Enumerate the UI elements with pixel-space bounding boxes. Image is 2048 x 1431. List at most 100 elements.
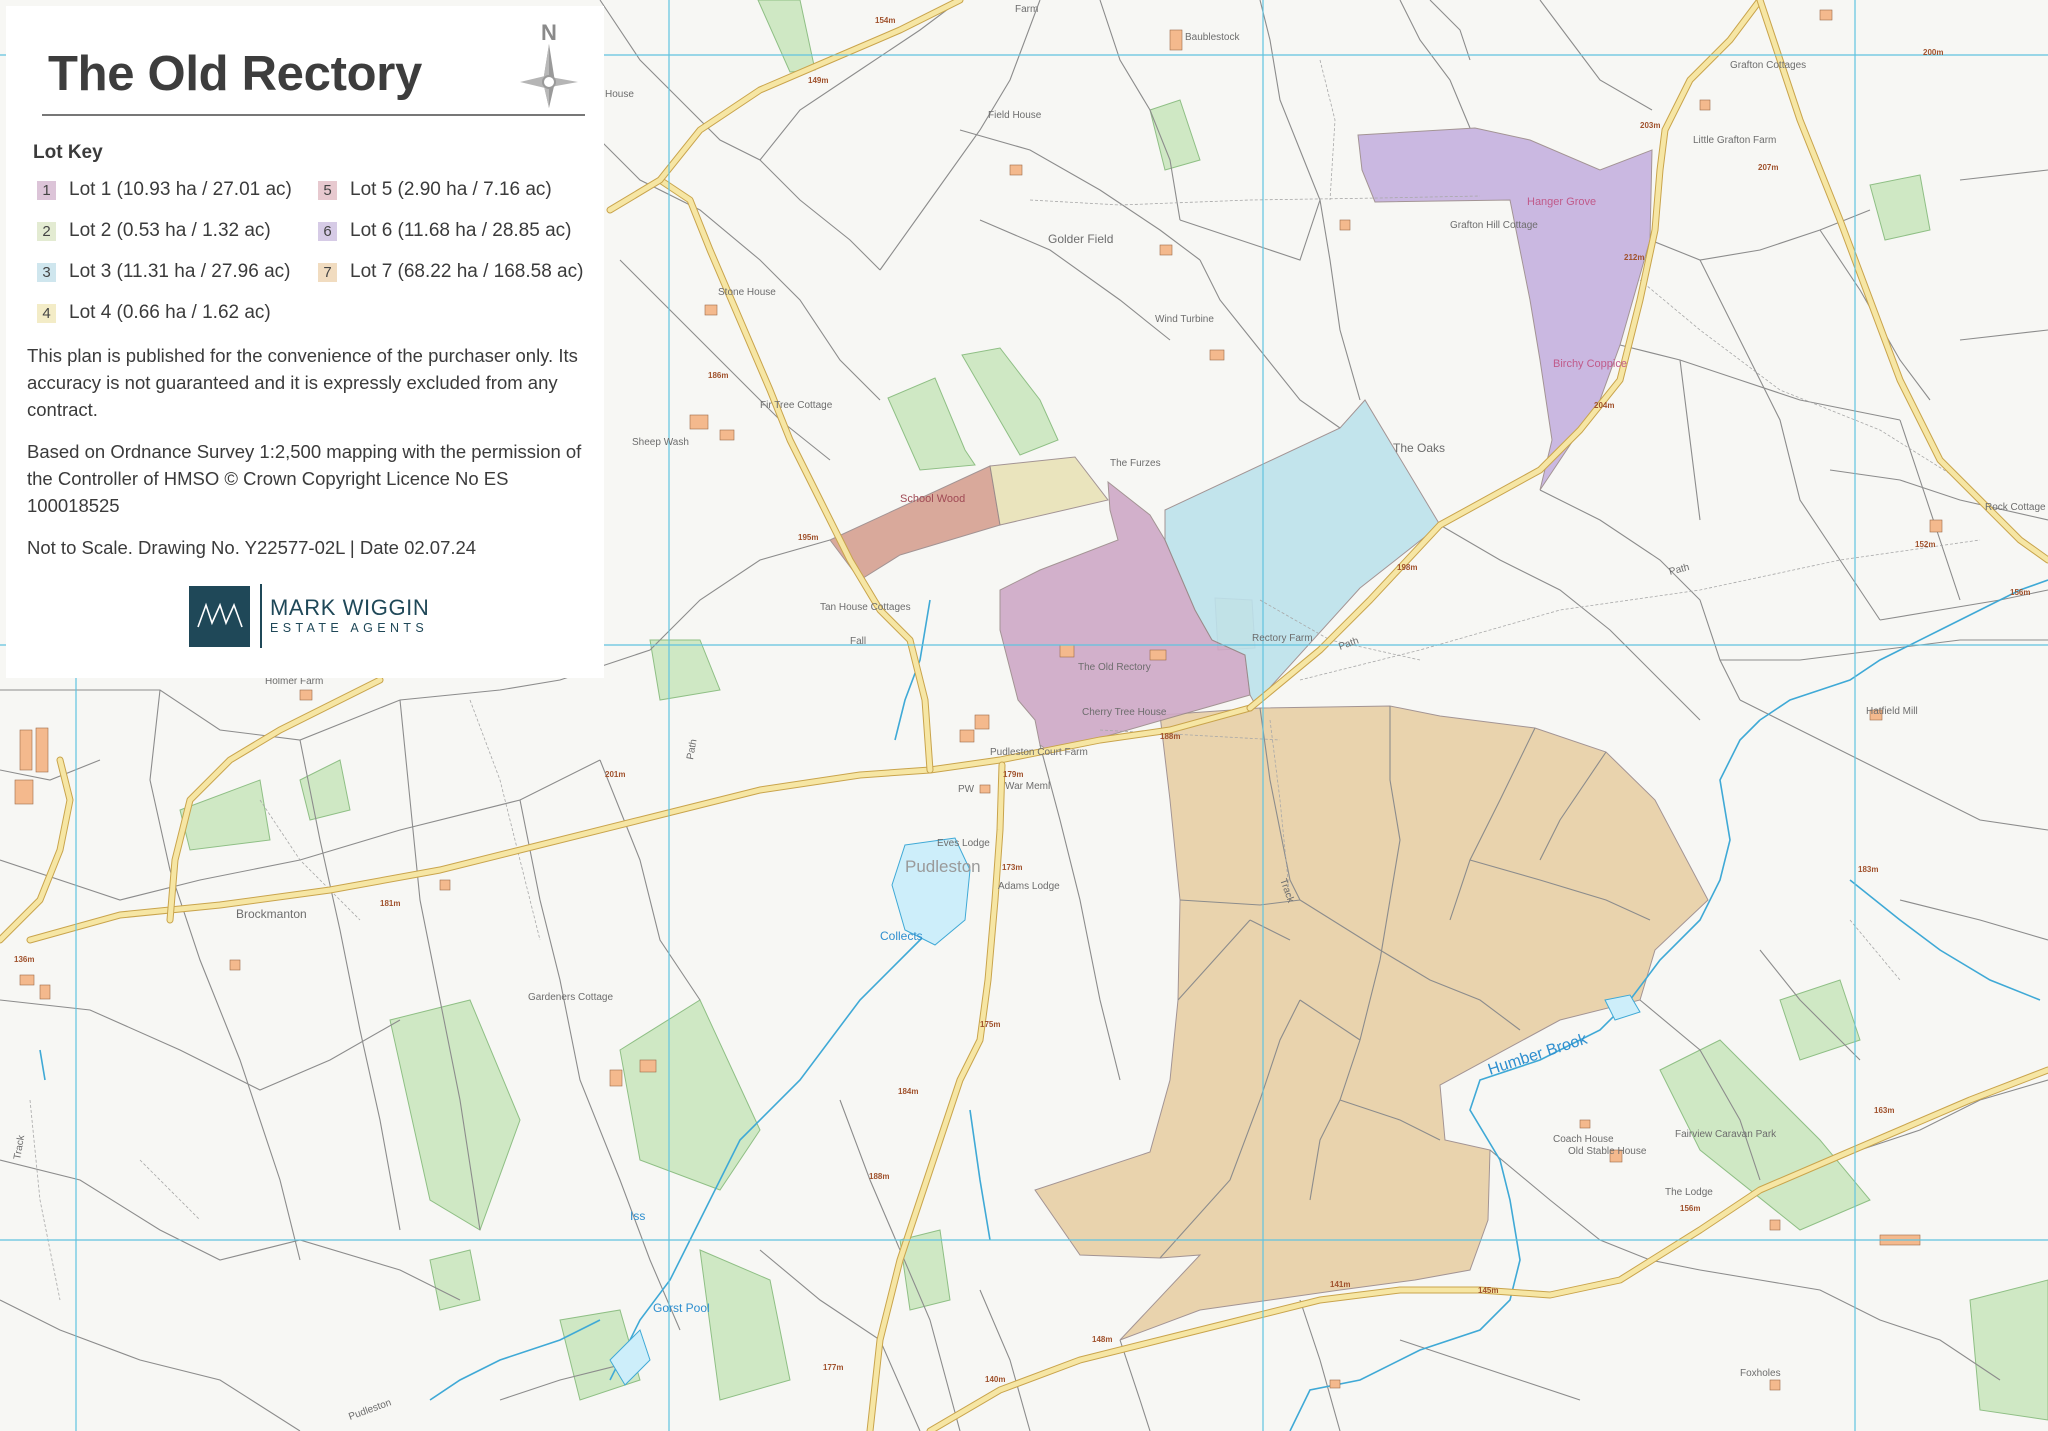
lot-key-item-7: 7 Lot 7 (68.22 ha / 168.58 ac): [318, 259, 583, 285]
svg-text:203m: 203m: [1640, 121, 1660, 130]
svg-text:156m: 156m: [2010, 588, 2030, 597]
north-arrow-icon: N: [520, 20, 578, 108]
svg-text:173m: 173m: [1002, 863, 1022, 872]
title-divider: [42, 114, 585, 116]
lot-swatch-4: 4: [37, 303, 56, 323]
svg-text:149m: 149m: [808, 76, 828, 85]
svg-text:145m: 145m: [1478, 1286, 1498, 1295]
label-golder-field: Golder Field: [1048, 232, 1113, 246]
label-tan-house-cottages: Tan House Cottages: [820, 602, 911, 613]
label-rectory-farm: Rectory Farm: [1252, 633, 1313, 644]
lot-key-item-6: 6 Lot 6 (11.68 ha / 28.85 ac): [318, 218, 571, 244]
lot-key-label-1: Lot 1 (10.93 ha / 27.01 ac): [69, 179, 292, 200]
svg-text:181m: 181m: [380, 899, 400, 908]
label-stone-house: Stone House: [718, 287, 776, 298]
copyright-text: Based on Ordnance Survey 1:2,500 mapping…: [27, 441, 582, 516]
svg-text:163m: 163m: [1874, 1106, 1894, 1115]
logo-subtitle: ESTATE AGENTS: [270, 621, 429, 635]
svg-text:140m: 140m: [985, 1375, 1005, 1384]
label-adams-lodge: Adams Lodge: [998, 881, 1060, 892]
label-pudleston: Pudleston: [905, 857, 981, 876]
svg-text:141m: 141m: [1330, 1280, 1350, 1289]
svg-text:207m: 207m: [1758, 163, 1778, 172]
page-title: The Old Rectory: [48, 47, 422, 101]
svg-text:188m: 188m: [869, 1172, 889, 1181]
svg-text:177m: 177m: [823, 1363, 843, 1372]
lot-key-label-7: Lot 7 (68.22 ha / 168.58 ac): [350, 261, 584, 282]
label-the-furzes: The Furzes: [1110, 458, 1161, 469]
label-farm: Farm: [1015, 4, 1038, 15]
label-old-stable-house: Old Stable House: [1568, 1146, 1647, 1157]
lot-key-item-1: 1 Lot 1 (10.93 ha / 27.01 ac): [37, 177, 292, 203]
lot-swatch-7: 7: [318, 262, 337, 282]
label-school-wood: School Wood: [900, 493, 965, 505]
label-coach-house: Coach House: [1553, 1134, 1614, 1145]
lot-swatch-3: 3: [37, 262, 56, 282]
svg-text:152m: 152m: [1915, 540, 1935, 549]
svg-text:188m: 188m: [1160, 732, 1180, 741]
logo-divider: [260, 584, 262, 648]
lot-key-item-4: 4 Lot 4 (0.66 ha / 1.62 ac): [37, 300, 271, 326]
lot-swatch-2: 2: [37, 221, 56, 241]
lot-key-item-3: 3 Lot 3 (11.31 ha / 27.96 ac): [37, 259, 290, 285]
lot-key-label-2: Lot 2 (0.53 ha / 1.32 ac): [69, 220, 271, 241]
svg-text:148m: 148m: [1092, 1335, 1112, 1344]
label-sheep-wash: Sheep Wash: [632, 437, 689, 448]
key-panel: The Old Rectory N Lot Key 1 Lot 1 (10.93…: [6, 6, 604, 678]
svg-text:212m: 212m: [1624, 253, 1644, 262]
label-birchy-coppice: Birchy Coppice: [1553, 358, 1627, 370]
label-fir-tree-cottage: Fir Tree Cottage: [760, 400, 833, 411]
lot-swatch-1: 1: [37, 180, 56, 200]
label-gorst-pool: Gorst Pool: [653, 1301, 710, 1315]
label-fairview-caravan-park: Fairview Caravan Park: [1675, 1129, 1777, 1140]
logo-mark-icon: [189, 585, 250, 647]
label-little-grafton-farm: Little Grafton Farm: [1693, 135, 1776, 146]
label-fall: Fall: [850, 636, 866, 647]
label-pudleston-court-farm: Pudleston Court Farm: [990, 747, 1088, 758]
label-grafton-hill-cottage: Grafton Hill Cottage: [1450, 220, 1538, 231]
label-the-lodge: The Lodge: [1665, 1187, 1713, 1198]
label-brockmanton: Brockmanton: [236, 907, 307, 921]
label-wind-turbine: Wind Turbine: [1155, 314, 1214, 325]
svg-text:195m: 195m: [798, 533, 818, 542]
lot-swatch-6: 6: [318, 221, 337, 241]
svg-text:156m: 156m: [1680, 1204, 1700, 1213]
label-rock-cottage: Rock Cottage: [1985, 502, 2046, 513]
label-cherry-tree-house: Cherry Tree House: [1082, 707, 1167, 718]
svg-text:201m: 201m: [605, 770, 625, 779]
label-baublestock: Baublestock: [1185, 32, 1240, 43]
svg-text:204m: 204m: [1594, 401, 1614, 410]
label-collects: Collects: [880, 929, 923, 943]
label-hanger-grove: Hanger Grove: [1527, 196, 1596, 208]
lot-key-item-2: 2 Lot 2 (0.53 ha / 1.32 ac): [37, 218, 271, 244]
svg-text:136m: 136m: [14, 955, 34, 964]
label-eves-lodge: Eves Lodge: [937, 838, 990, 849]
lot-key-label-6: Lot 6 (11.68 ha / 28.85 ac): [350, 220, 572, 241]
disclaimer-text: This plan is published for the convenien…: [27, 345, 578, 420]
label-grafton-cottages: Grafton Cottages: [1730, 60, 1806, 71]
label-gardeners-cottage: Gardeners Cottage: [528, 992, 613, 1003]
svg-text:186m: 186m: [708, 371, 728, 380]
svg-text:200m: 200m: [1923, 48, 1943, 57]
logo-name: MARK WIGGIN: [270, 595, 430, 620]
label-iss: Iss: [630, 1209, 645, 1223]
label-house: House: [605, 89, 634, 100]
mark-wiggin-logo: MARK WIGGIN ESTATE AGENTS: [189, 584, 429, 648]
lot-key-label-4: Lot 4 (0.66 ha / 1.62 ac): [69, 302, 271, 323]
label-foxholes: Foxholes: [1740, 1368, 1781, 1379]
label-pw: PW: [958, 784, 975, 795]
svg-text:179m: 179m: [1003, 770, 1023, 779]
svg-text:183m: 183m: [1858, 865, 1878, 874]
svg-text:154m: 154m: [875, 16, 895, 25]
lot-key-label-5: Lot 5 (2.90 ha / 7.16 ac): [350, 179, 552, 200]
lot-swatch-5: 5: [318, 180, 337, 200]
label-the-old-rectory: The Old Rectory: [1078, 662, 1151, 673]
drawing-info-text: Not to Scale. Drawing No. Y22577-02L | D…: [27, 537, 477, 558]
svg-text:N: N: [541, 20, 557, 45]
lot-key-item-5: 5 Lot 5 (2.90 ha / 7.16 ac): [318, 177, 552, 203]
svg-text:184m: 184m: [898, 1087, 918, 1096]
label-field-house: Field House: [988, 110, 1042, 121]
label-war-memorial: War Meml: [1005, 781, 1050, 792]
svg-text:198m: 198m: [1397, 563, 1417, 572]
svg-text:175m: 175m: [980, 1020, 1000, 1029]
